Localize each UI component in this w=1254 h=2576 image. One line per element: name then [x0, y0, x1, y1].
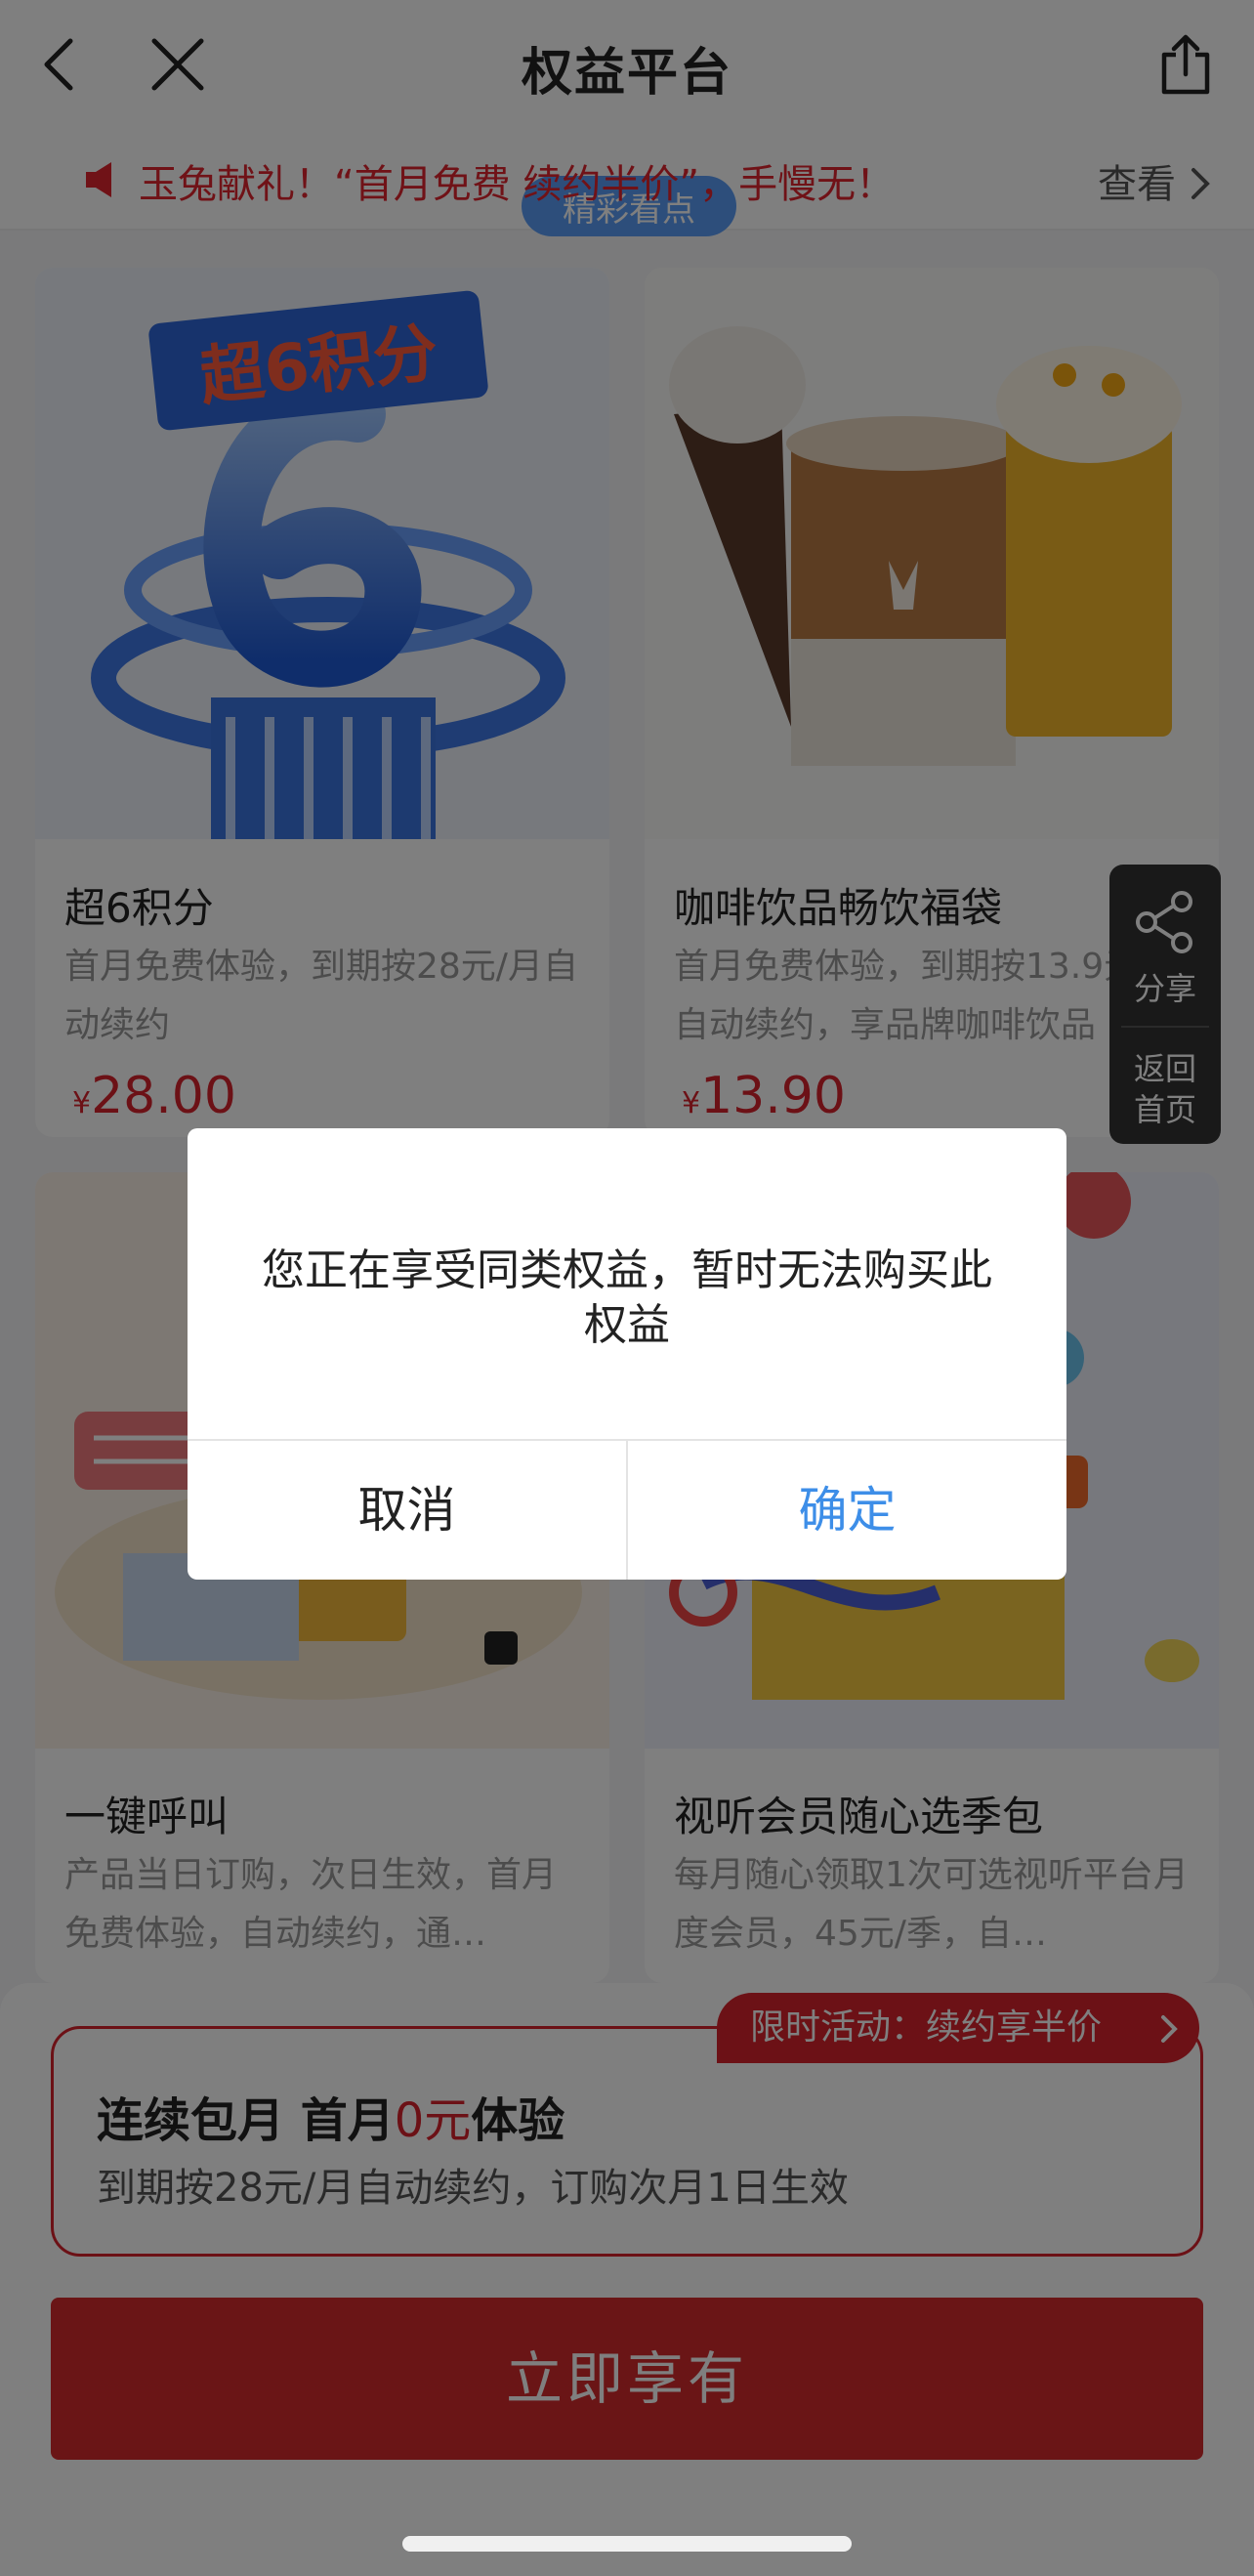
dialog-cancel-button[interactable]: 取消 [188, 1441, 626, 1580]
alert-dialog: 您正在享受同类权益，暂时无法购买此权益 取消 确定 [188, 1128, 1066, 1580]
page: 权益平台 精彩看点 玉兔献礼！“首月免费 续约半价”，手慢无！ 查看 超6积 [0, 0, 1254, 2576]
dialog-message: 您正在享受同类权益，暂时无法购买此权益 [262, 1246, 992, 1350]
dialog-confirm-button[interactable]: 确定 [628, 1441, 1066, 1580]
home-indicator[interactable] [402, 2536, 852, 2552]
